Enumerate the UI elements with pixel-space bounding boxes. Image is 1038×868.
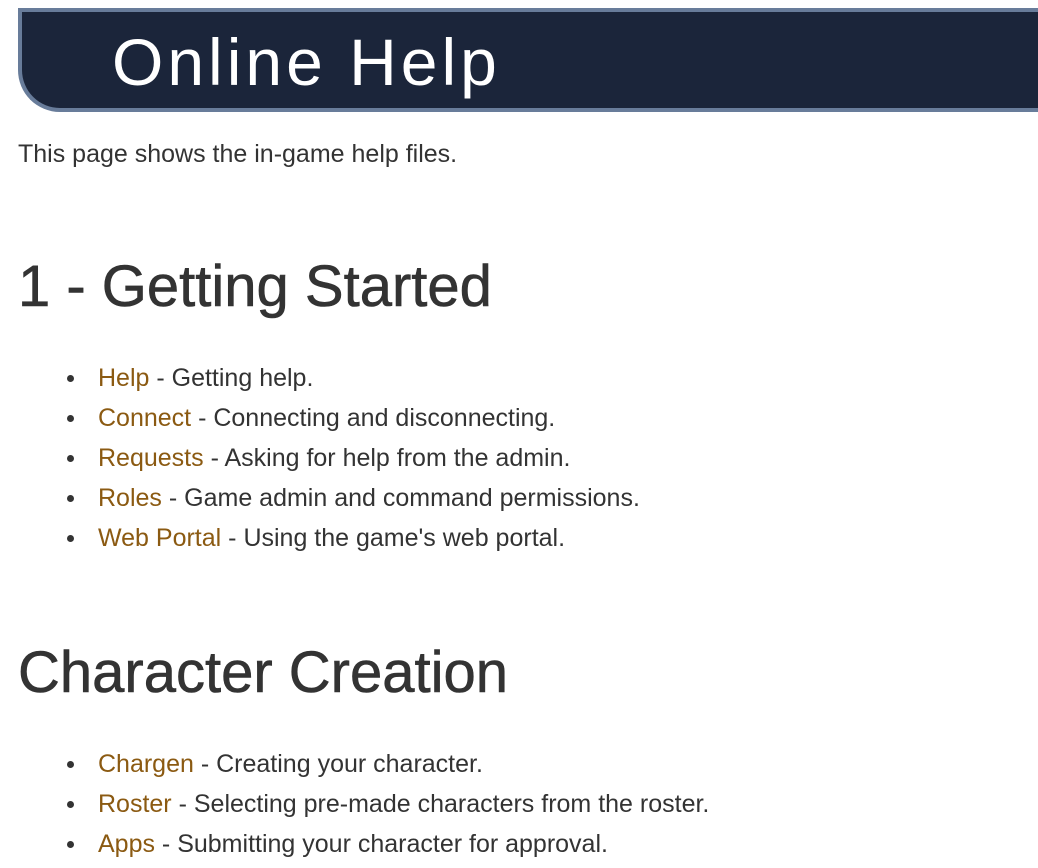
bullet-icon [67, 455, 74, 462]
separator: - [149, 364, 172, 392]
topic-list-getting-started: Help - Getting help. Connect - Connectin… [0, 358, 640, 558]
bullet-icon [67, 495, 74, 502]
bullet-icon [67, 801, 74, 808]
page-title-banner: Online Help [18, 8, 1038, 112]
bullet-icon [67, 761, 74, 768]
topic-description: Getting help. [171, 364, 314, 392]
requests-link[interactable]: Requests [98, 444, 204, 472]
separator: - [171, 790, 194, 818]
section-heading-character-creation: Character Creation [18, 640, 509, 706]
list-item: Connect - Connecting and disconnecting. [0, 398, 640, 438]
topic-description: Selecting pre-made characters from the r… [193, 790, 710, 818]
list-item: Roster - Selecting pre-made characters f… [0, 784, 709, 824]
list-item: Roles - Game admin and command permissio… [0, 478, 640, 518]
bullet-icon [67, 841, 74, 848]
topic-description: Asking for help from the admin. [224, 444, 571, 472]
intro-text: This page shows the in-game help files. [18, 140, 458, 168]
list-item: Requests - Asking for help from the admi… [0, 438, 640, 478]
roles-link[interactable]: Roles [98, 484, 162, 512]
topic-description: Submitting your character for approval. [177, 830, 608, 858]
separator: - [203, 444, 225, 472]
section-heading-getting-started: 1 - Getting Started [18, 254, 493, 320]
topic-list-character-creation: Chargen - Creating your character. Roste… [0, 744, 709, 864]
roster-link[interactable]: Roster [98, 790, 172, 818]
separator: - [221, 524, 244, 552]
topic-description: Game admin and command permissions. [184, 484, 640, 512]
web-portal-link[interactable]: Web Portal [98, 524, 221, 552]
separator: - [193, 750, 217, 778]
topic-description: Creating your character. [216, 750, 483, 778]
separator: - [154, 830, 178, 858]
separator: - [161, 484, 185, 512]
list-item: Apps - Submitting your character for app… [0, 824, 709, 864]
separator: - [191, 404, 214, 432]
apps-link[interactable]: Apps [98, 830, 155, 858]
list-item: Web Portal - Using the game's web portal… [0, 518, 640, 558]
chargen-link[interactable]: Chargen [98, 750, 194, 778]
list-item: Help - Getting help. [0, 358, 640, 398]
bullet-icon [67, 375, 74, 382]
page-title: Online Help [112, 25, 501, 99]
connect-link[interactable]: Connect [98, 404, 191, 432]
help-link[interactable]: Help [98, 364, 149, 392]
bullet-icon [67, 535, 74, 542]
topic-description: Connecting and disconnecting. [213, 404, 556, 432]
topic-description: Using the game's web portal. [243, 524, 566, 552]
bullet-icon [67, 415, 74, 422]
list-item: Chargen - Creating your character. [0, 744, 709, 784]
